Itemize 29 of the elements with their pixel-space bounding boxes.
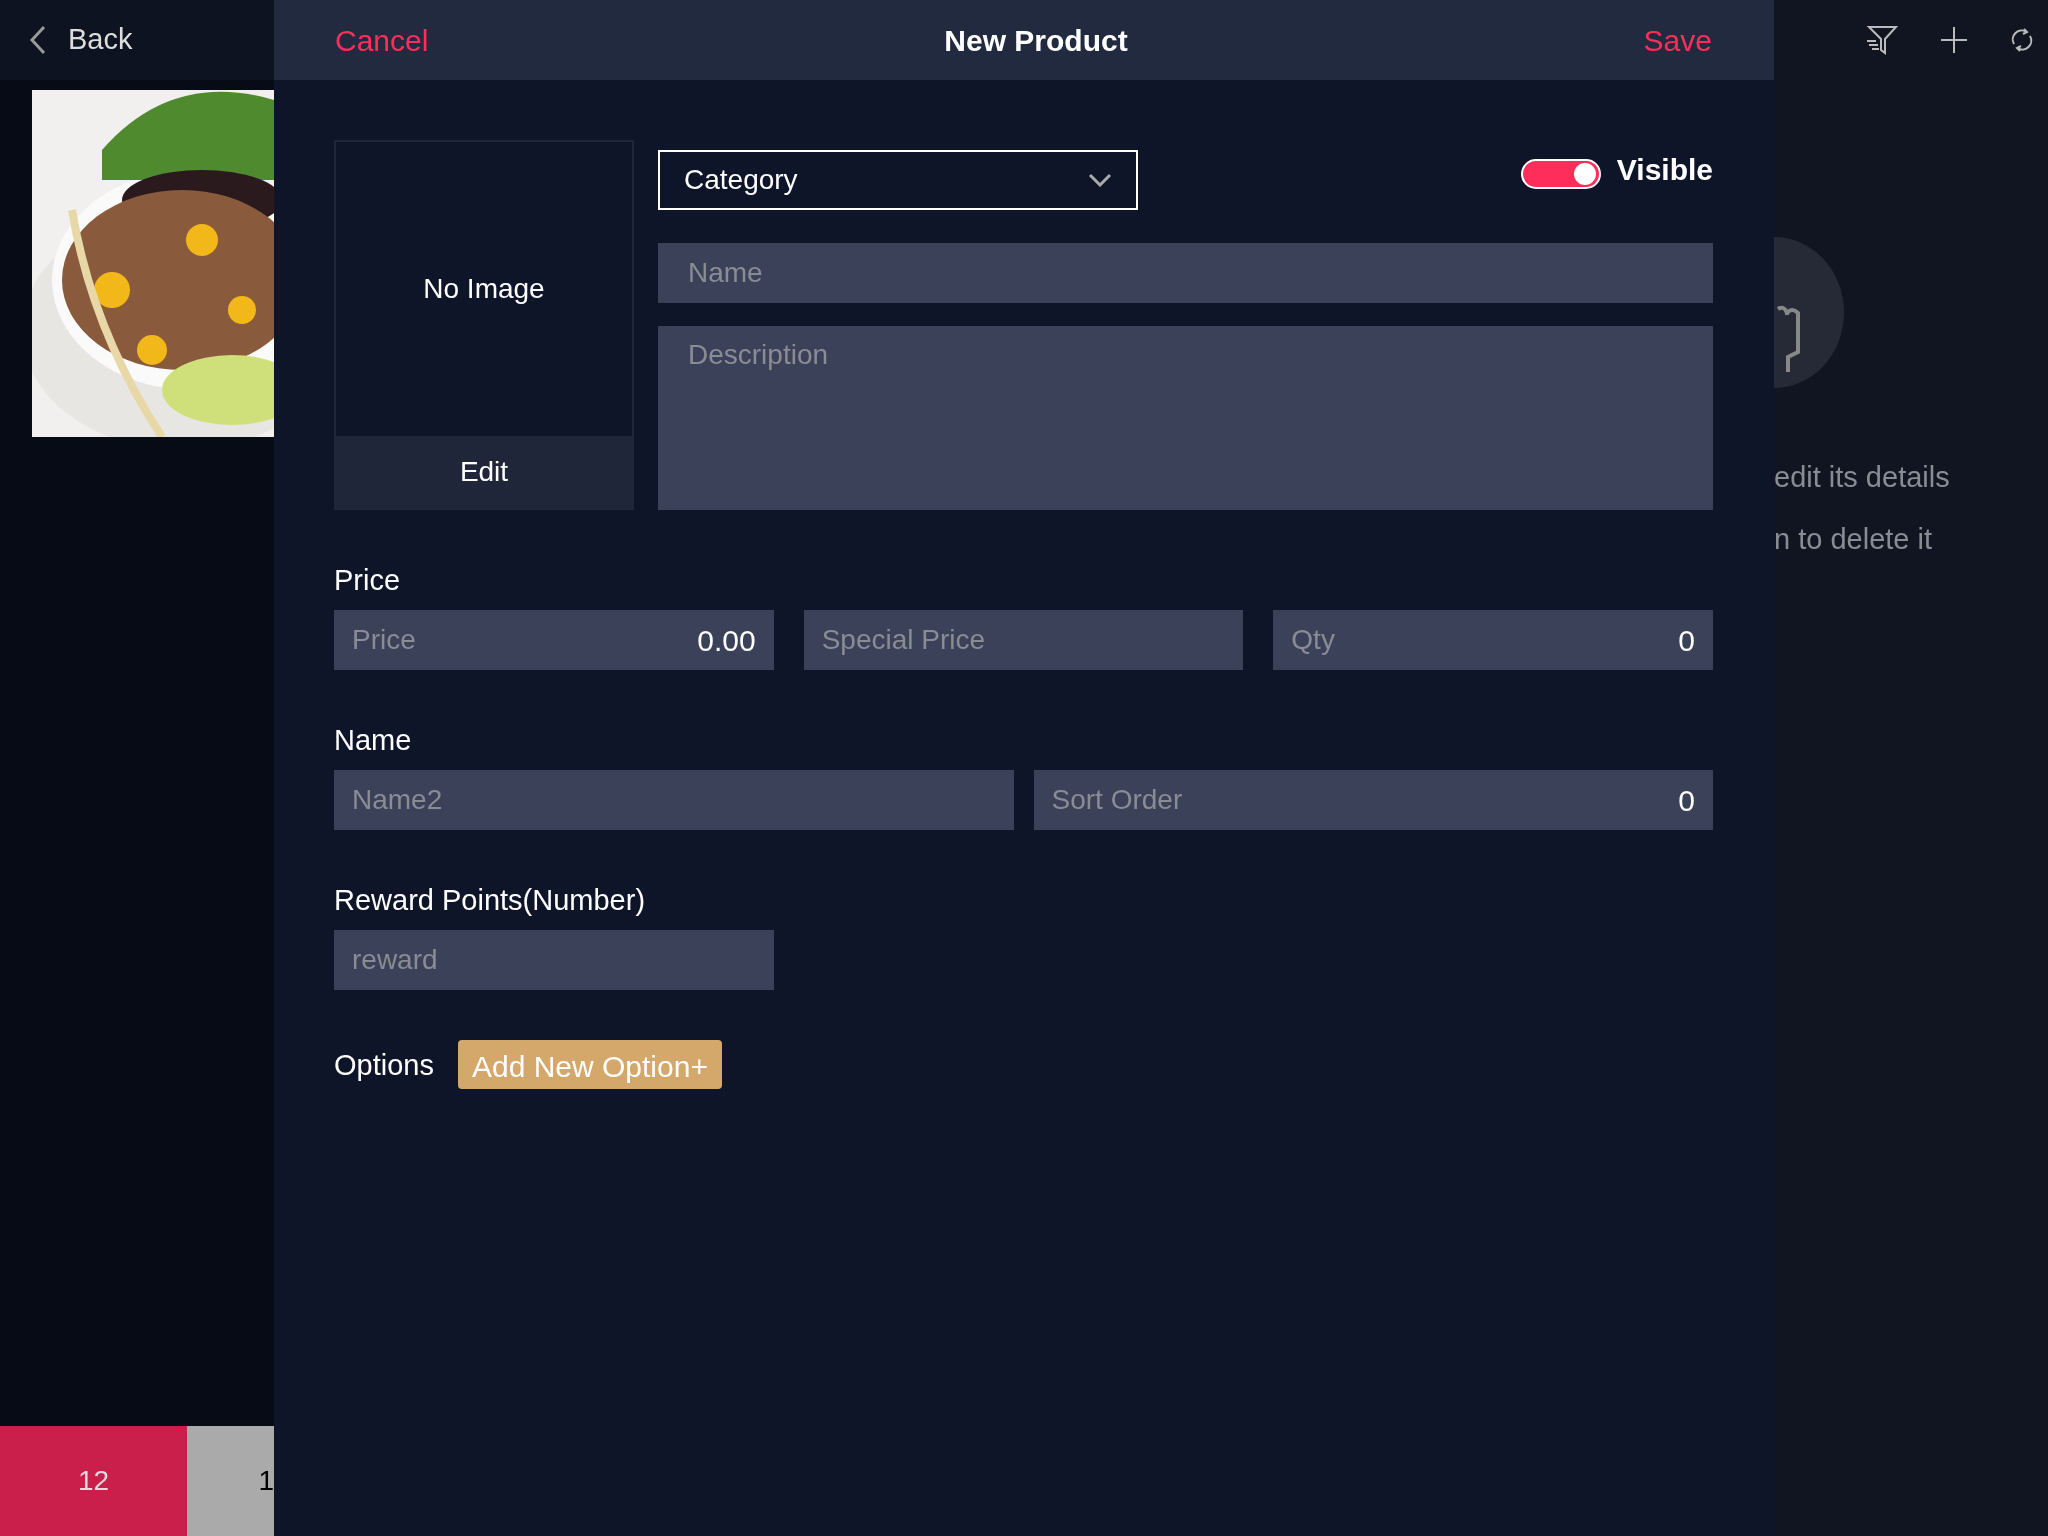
input-field[interactable]: Qty 0 (1273, 610, 1713, 670)
save-button[interactable]: Save (1643, 17, 1712, 63)
input-field[interactable]: Special Price (803, 610, 1244, 670)
visible-toggle[interactable] (1520, 158, 1601, 189)
name-field[interactable]: Name (658, 243, 1713, 303)
hint-text: edit its details (1774, 460, 1951, 495)
section-label: Price (334, 563, 402, 598)
cancel-button[interactable]: Cancel (335, 17, 429, 63)
no-image-text: No Image (423, 272, 545, 306)
back-chevron-icon (28, 24, 48, 56)
input-field[interactable]: reward (334, 930, 774, 990)
edit-button[interactable]: Edit (336, 436, 632, 508)
category-dropdown[interactable]: Category (658, 150, 1138, 210)
number-tile[interactable]: 1 (187, 1426, 274, 1536)
section-label: Reward Points(Number) (334, 883, 647, 918)
visible-label: Visible (1616, 152, 1713, 188)
section-label: Name (334, 723, 413, 758)
chevron-down-icon (1088, 173, 1112, 187)
options-label: Options (334, 1047, 434, 1083)
filter-icon[interactable] (1866, 25, 1898, 55)
description-field[interactable]: Description (658, 326, 1713, 510)
refresh-icon[interactable] (2010, 27, 2034, 53)
input-field[interactable]: Name2 (334, 770, 1014, 830)
input-field[interactable]: Sort Order 0 (1033, 770, 1713, 830)
add-icon[interactable] (1940, 26, 1968, 54)
number-tile[interactable]: 12 (0, 1426, 187, 1536)
input-field[interactable]: Price 0.00 (334, 610, 774, 670)
hint-text: n to delete it (1774, 521, 1933, 557)
dialog-title: New Product (944, 22, 1128, 59)
